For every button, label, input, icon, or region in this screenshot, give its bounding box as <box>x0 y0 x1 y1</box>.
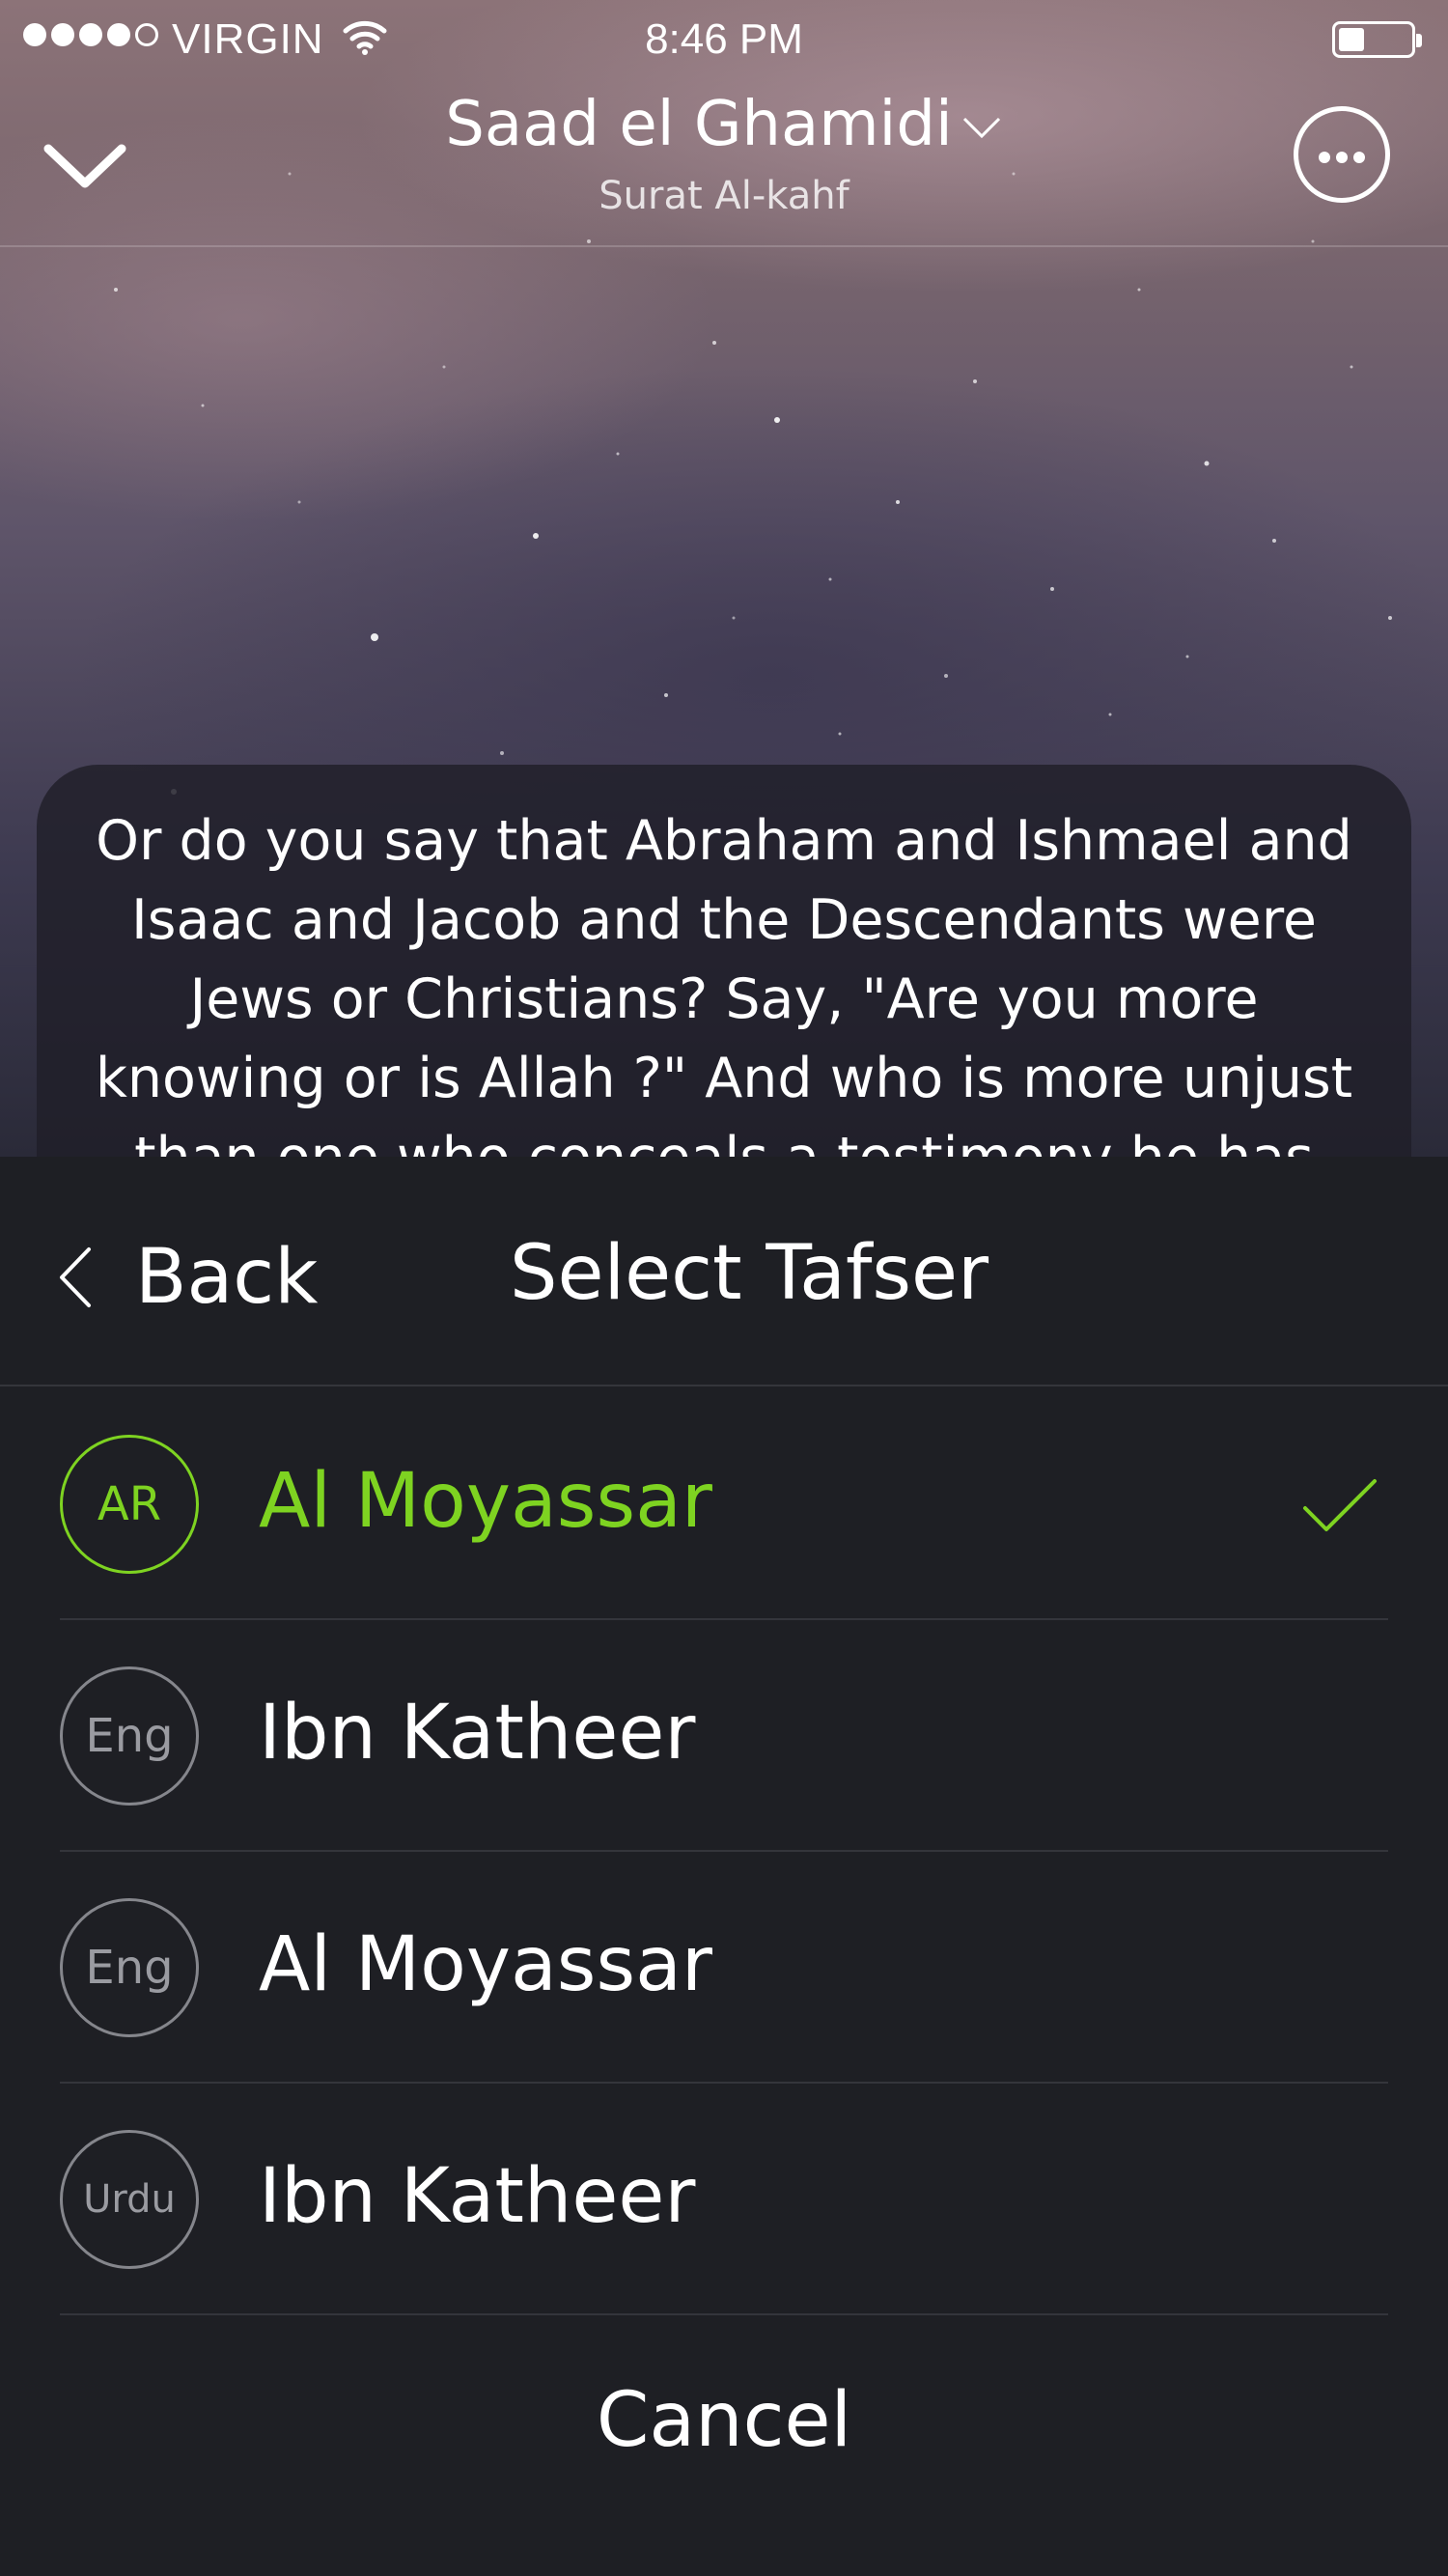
status-time: 8:46 PM <box>645 15 803 63</box>
language-badge: Urdu <box>60 2130 199 2269</box>
tafser-label: Ibn Katheer <box>259 2153 696 2240</box>
tafser-option[interactable]: Eng Ibn Katheer <box>0 1620 1448 1852</box>
chevron-left-icon <box>60 1247 91 1307</box>
sheet-header: Back Select Tafser <box>0 1157 1448 1386</box>
tafser-option[interactable]: Eng Al Moyassar <box>0 1852 1448 2084</box>
reciter-name: Saad el Ghamidi <box>445 89 953 160</box>
language-badge: Eng <box>60 1898 199 2037</box>
verse-text: Or do you say that Abraham and Ishmael a… <box>95 809 1353 1170</box>
player-header: Saad el Ghamidi Surat Al-kahf <box>0 77 1448 247</box>
tafser-label: Al Moyassar <box>259 1921 712 2008</box>
battery-icon <box>1332 21 1422 58</box>
back-button[interactable]: Back <box>56 1234 318 1321</box>
language-badge: Eng <box>60 1666 199 1806</box>
caret-down-icon <box>962 118 1000 139</box>
status-bar: VIRGIN 8:46 PM <box>0 0 1448 77</box>
tafser-label: Al Moyassar <box>259 1458 712 1545</box>
tafser-sheet: Back Select Tafser AR Al Moyassar Eng Ib… <box>0 1157 1448 2576</box>
verse-card: Or do you say that Abraham and Ishmael a… <box>37 765 1411 1170</box>
tafser-option[interactable]: Urdu Ibn Katheer <box>0 2084 1448 2315</box>
surah-name: Surat Al-kahf <box>599 174 849 218</box>
tafser-option[interactable]: AR Al Moyassar <box>0 1388 1448 1620</box>
more-button[interactable] <box>1294 106 1390 203</box>
divider <box>60 2313 1388 2315</box>
tafser-label: Ibn Katheer <box>259 1690 696 1777</box>
language-badge: AR <box>60 1435 199 1574</box>
sheet-title: Select Tafser <box>510 1230 989 1317</box>
checkmark-icon <box>1303 1479 1377 1531</box>
cancel-button[interactable]: Cancel <box>0 2358 1448 2483</box>
reciter-selector[interactable]: Saad el Ghamidi <box>0 89 1448 160</box>
back-label: Back <box>135 1234 319 1321</box>
